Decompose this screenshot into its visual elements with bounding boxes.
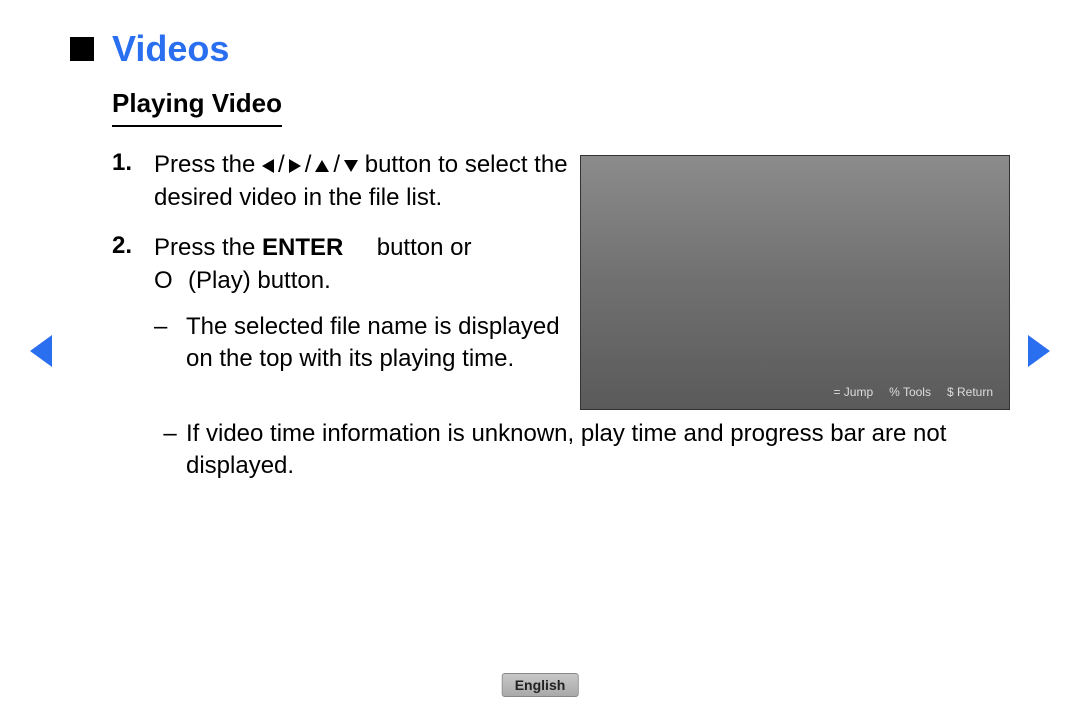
prev-page-arrow[interactable] xyxy=(30,335,52,367)
step-number: 2. xyxy=(112,232,154,390)
step-item: 1. Press the / / / button to select the … xyxy=(112,149,570,214)
outer-bullet-row: – If video time information is unknown, … xyxy=(154,418,1010,483)
video-preview: = Jump % Tools $ Return xyxy=(580,155,1010,410)
arrow-up-icon xyxy=(315,160,329,172)
step-text-pre: Press the xyxy=(154,234,262,261)
next-page-arrow[interactable] xyxy=(1028,335,1050,367)
title-bullet-icon xyxy=(70,37,94,61)
arrow-down-icon xyxy=(344,160,358,172)
step-text-pre: Press the xyxy=(154,151,262,178)
dash-icon: – xyxy=(154,418,186,483)
manual-page: Videos Playing Video 1. Press the / / / xyxy=(0,0,1080,705)
step-body: Press the / / / button to select the des… xyxy=(154,149,570,214)
step-text-post: (Play) button. xyxy=(181,267,330,294)
step-number: 1. xyxy=(112,149,154,214)
dash-icon: – xyxy=(154,311,186,376)
bullet-item: – The selected file name is displayed on… xyxy=(154,311,570,376)
video-footer: = Jump % Tools $ Return xyxy=(833,385,993,399)
inner-bullets: – The selected file name is displayed on… xyxy=(154,311,570,376)
title-row: Videos xyxy=(70,28,1010,70)
bullet-text: If video time information is unknown, pl… xyxy=(186,418,1010,483)
step-text-mid: button or xyxy=(370,234,471,261)
footer-tools: % Tools xyxy=(889,385,931,399)
footer-jump: = Jump xyxy=(833,385,873,399)
instructions-column: 1. Press the / / / button to select the … xyxy=(70,149,570,408)
footer-return: $ Return xyxy=(947,385,993,399)
steps-list: 1. Press the / / / button to select the … xyxy=(112,149,570,390)
content-row: 1. Press the / / / button to select the … xyxy=(70,149,1010,410)
dpad-icons: / / / xyxy=(262,149,358,181)
arrow-right-icon xyxy=(289,159,301,173)
bullet-text: The selected file name is displayed on t… xyxy=(186,311,570,376)
step-body: Press the ENTER button or O (Play) butto… xyxy=(154,232,570,390)
arrow-left-icon xyxy=(262,159,274,173)
enter-label: ENTER xyxy=(262,234,343,261)
language-badge: English xyxy=(502,673,579,697)
page-title: Videos xyxy=(112,28,229,70)
play-icon: O xyxy=(154,267,175,294)
step-item: 2. Press the ENTER button or O (Play) bu… xyxy=(112,232,570,390)
section-subtitle: Playing Video xyxy=(112,88,282,127)
